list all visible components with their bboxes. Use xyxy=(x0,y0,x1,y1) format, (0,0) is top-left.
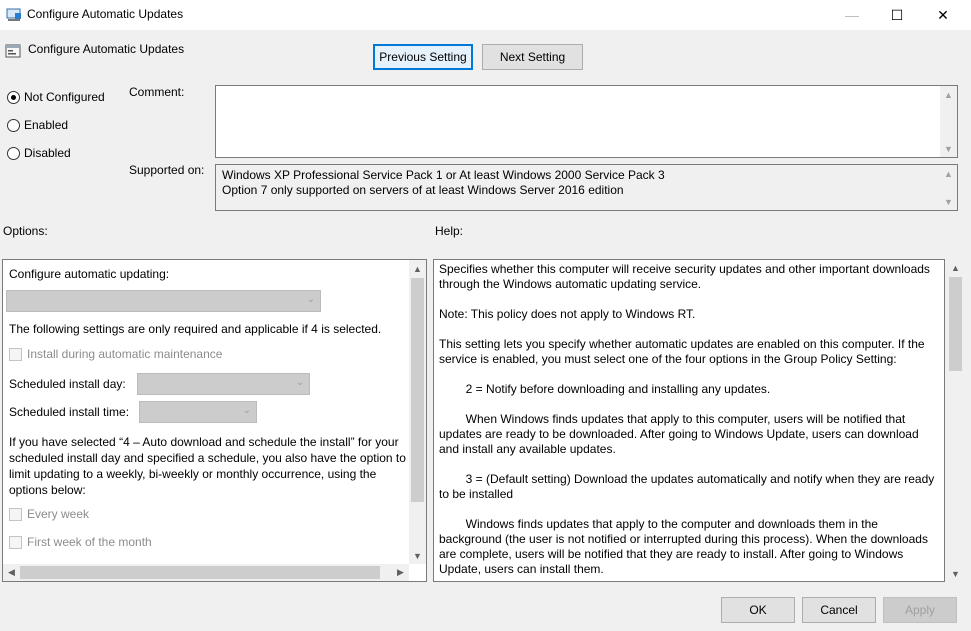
schedule-note-line: limit updating to a weekly, bi-weekly or… xyxy=(9,467,377,481)
first-week-checkbox[interactable]: First week of the month xyxy=(9,535,152,549)
setting-title: Configure Automatic Updates xyxy=(28,42,185,56)
minimize-icon[interactable]: — xyxy=(829,0,875,30)
chevron-down-icon: ⌄ xyxy=(295,377,304,388)
scroll-down-icon[interactable]: ▼ xyxy=(940,193,957,210)
options-panel: Configure automatic updating: ⌄ The foll… xyxy=(2,259,427,582)
radio-label: Enabled xyxy=(24,118,69,132)
supported-on-line-2: Option 7 only supported on servers of at… xyxy=(222,183,624,197)
checkbox-box xyxy=(9,347,22,361)
comment-scrollbar[interactable]: ▲ ▼ xyxy=(940,86,957,157)
options-vertical-scrollbar[interactable]: ▲ ▼ xyxy=(409,260,426,564)
every-week-checkbox[interactable]: Every week xyxy=(9,507,89,521)
install-time-label: Scheduled install time: xyxy=(9,405,130,419)
help-paragraph: 3 = (Default setting) Download the updat… xyxy=(439,472,938,501)
help-paragraph: Specifies whether this computer will rec… xyxy=(439,262,934,291)
configure-updating-select[interactable]: ⌄ xyxy=(6,290,321,312)
ok-button[interactable]: OK xyxy=(721,597,795,623)
radio-label: Disabled xyxy=(24,146,71,160)
comment-label: Comment: xyxy=(129,85,185,99)
scroll-up-icon[interactable]: ▲ xyxy=(947,259,964,276)
help-panel: Specifies whether this computer will rec… xyxy=(433,259,945,582)
radio-circle xyxy=(7,118,20,132)
scroll-down-icon[interactable]: ▼ xyxy=(947,565,964,582)
scroll-down-icon[interactable]: ▼ xyxy=(940,140,957,157)
help-paragraph: When Windows finds updates that apply to… xyxy=(439,412,922,456)
help-paragraph: 2 = Notify before downloading and instal… xyxy=(439,382,771,396)
scroll-thumb[interactable] xyxy=(949,277,962,371)
maintenance-checkbox[interactable]: Install during automatic maintenance xyxy=(9,347,222,361)
scroll-thumb[interactable] xyxy=(411,278,424,502)
maximize-icon[interactable]: ☐ xyxy=(874,0,920,30)
scroll-thumb[interactable] xyxy=(20,566,380,579)
previous-setting-button[interactable]: Previous Setting xyxy=(373,44,473,70)
scroll-down-icon[interactable]: ▼ xyxy=(409,547,426,564)
help-label: Help: xyxy=(435,224,464,238)
radio-disabled[interactable]: Disabled xyxy=(7,146,71,160)
close-icon[interactable]: ✕ xyxy=(920,0,966,30)
radio-label: Not Configured xyxy=(24,90,105,104)
first-week-label: First week of the month xyxy=(27,535,152,549)
schedule-note-line: scheduled install day and specified a sc… xyxy=(9,451,406,465)
supported-on-box: Windows XP Professional Service Pack 1 o… xyxy=(215,164,958,211)
supported-scrollbar[interactable]: ▲ ▼ xyxy=(940,165,957,210)
applicable-note: The following settings are only required… xyxy=(9,322,382,336)
chevron-down-icon: ⌄ xyxy=(242,405,251,416)
comment-textbox[interactable]: ▲ ▼ xyxy=(215,85,958,158)
supported-on-label: Supported on: xyxy=(129,163,205,177)
install-time-select[interactable]: ⌄ xyxy=(139,401,257,423)
radio-not-configured[interactable]: Not Configured xyxy=(7,90,105,104)
options-horizontal-scrollbar[interactable]: ◀ ▶ xyxy=(3,564,409,581)
install-day-label: Scheduled install day: xyxy=(9,377,126,391)
scroll-up-icon[interactable]: ▲ xyxy=(940,165,957,182)
radio-enabled[interactable]: Enabled xyxy=(7,118,68,132)
window-title: Configure Automatic Updates xyxy=(27,7,184,21)
policy-setting-icon xyxy=(5,44,21,58)
every-week-label: Every week xyxy=(27,507,90,521)
cancel-button[interactable]: Cancel xyxy=(802,597,876,623)
schedule-note: If you have selected “4 – Auto download … xyxy=(9,434,406,498)
radio-circle-checked xyxy=(7,90,20,104)
checkbox-box xyxy=(9,507,22,521)
maintenance-label: Install during automatic maintenance xyxy=(27,347,223,361)
chevron-down-icon: ⌄ xyxy=(306,294,315,305)
title-bar: Configure Automatic Updates — ☐ ✕ xyxy=(0,0,971,30)
scroll-up-icon[interactable]: ▲ xyxy=(940,86,957,103)
scroll-left-icon[interactable]: ◀ xyxy=(3,564,20,581)
help-paragraph: Note: This policy does not apply to Wind… xyxy=(439,307,696,321)
supported-on-line-1: Windows XP Professional Service Pack 1 o… xyxy=(222,168,665,182)
radio-circle xyxy=(7,146,20,160)
configure-updating-label: Configure automatic updating: xyxy=(9,267,170,281)
schedule-note-line: If you have selected “4 – Auto download … xyxy=(9,435,399,449)
help-paragraph: Windows finds updates that apply to the … xyxy=(439,517,932,576)
options-label: Options: xyxy=(3,224,48,238)
install-day-select[interactable]: ⌄ xyxy=(137,373,310,395)
policy-app-icon xyxy=(6,8,21,21)
help-paragraph: This setting lets you specify whether au… xyxy=(439,337,928,366)
scroll-right-icon[interactable]: ▶ xyxy=(392,564,409,581)
checkbox-box xyxy=(9,535,22,549)
help-text: Specifies whether this computer will rec… xyxy=(439,262,939,577)
schedule-note-line: options below: xyxy=(9,483,86,497)
apply-button[interactable]: Apply xyxy=(883,597,957,623)
scroll-up-icon[interactable]: ▲ xyxy=(409,260,426,277)
next-setting-button[interactable]: Next Setting xyxy=(482,44,583,70)
help-vertical-scrollbar[interactable]: ▲ ▼ xyxy=(947,259,964,582)
